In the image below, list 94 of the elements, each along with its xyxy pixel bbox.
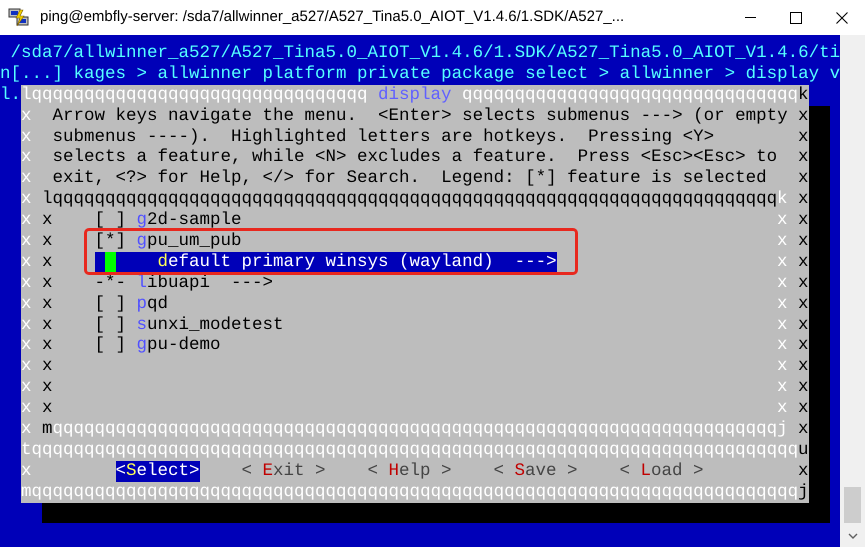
border-glyphs: x (21, 419, 32, 440)
border-glyphs: x (777, 210, 788, 232)
border-glyphs: t (21, 440, 32, 461)
border-glyphs: x (798, 126, 809, 148)
border-glyphs: x (42, 231, 53, 252)
border-glyphs: x (42, 314, 53, 336)
border-glyphs: x (777, 377, 788, 398)
border-glyphs: x (777, 252, 788, 273)
border-glyphs: x (42, 335, 53, 356)
border-glyphs: x (777, 356, 788, 378)
border-glyphs: x (798, 272, 809, 294)
border-glyphs: x (21, 377, 32, 398)
border-glyphs: x (21, 294, 32, 315)
dialog-button[interactable]: < Help > (368, 460, 452, 482)
help-text: selects a feature, while <N> excludes a feature. Press <Esc><Esc> to (52, 147, 778, 168)
menu-item[interactable]: [ ] g2d-sample (94, 210, 242, 232)
menu-item[interactable]: [*] gpu_um_pub (94, 231, 242, 252)
border-glyphs: x (798, 231, 809, 252)
border-glyphs: x (777, 314, 788, 336)
border-glyphs: x (42, 252, 53, 273)
border-glyphs: lqqqqqqqqqqqqqqqqqqqqqqqqqqqqqqqq (21, 84, 368, 106)
border-glyphs: x (21, 398, 32, 420)
border-glyphs: x (777, 231, 788, 252)
border-glyphs: qqqqqqqqqqqqqqqqqqqqqqqqqqqqqqqqqqqqqqqqqqqqqqqqqqqqqqqqqqqqqqqqqqqqqj (52, 419, 788, 440)
path-text: /sda7/allwinner_a527/A527_Tina5.0_AIOT_V1.4.6/1.SDK/A527_Tina5.0_AIOT_V1.4.6/ti (10, 43, 840, 64)
border-glyphs: u (798, 440, 809, 461)
border-glyphs: x (798, 294, 809, 315)
border-glyphs: x (798, 210, 809, 232)
border-glyphs: x (798, 189, 809, 210)
border-glyphs: qqqqqqqqqqqqqqqqqqqqqqqqqqqqqqqqqqqqqqqqqqqqqqqqqqqqqqqqqqqqqqqqqqqqqqqqq (32, 482, 798, 503)
border-glyphs: x (21, 460, 32, 482)
menu-item[interactable]: default primary winsys (wayland) ---> (94, 252, 557, 273)
chevron-down-icon (848, 533, 858, 539)
text-cursor (105, 252, 116, 273)
dialog-button[interactable]: < Save > (494, 460, 578, 482)
border-glyphs: x (42, 356, 53, 378)
border-glyphs: x (42, 398, 53, 420)
scrollbar-thumb[interactable] (844, 487, 861, 523)
border-glyphs: x (798, 106, 809, 127)
dialog-title: display (378, 84, 452, 106)
border-glyphs: x (21, 189, 32, 210)
border-glyphs: x (21, 335, 32, 356)
border-glyphs: x (21, 210, 32, 232)
path-text: n[...] kages > allwinner platform private package select > allwinner > display v (0, 64, 840, 85)
border-glyphs: x (798, 377, 809, 398)
help-text: Arrow keys navigate the menu. <Enter> selects submenus ---> (or empty (52, 106, 788, 127)
border-glyphs: x (21, 314, 32, 336)
menu-item[interactable]: [ ] gpu-demo (94, 335, 221, 356)
border-glyphs: x (777, 294, 788, 315)
border-glyphs: x (42, 272, 53, 294)
scrollbar[interactable] (840, 35, 865, 547)
border-glyphs: x (798, 252, 809, 273)
border-glyphs: m (21, 482, 32, 503)
border-glyphs: x (798, 460, 809, 482)
border-glyphs: x (21, 356, 32, 378)
border-glyphs: j (798, 482, 809, 503)
border-glyphs: x (21, 147, 32, 168)
border-glyphs: x (798, 398, 809, 420)
border-glyphs: x (21, 272, 32, 294)
help-text: exit, <?> for Help, </> for Search. Legend: [*] feature is selected (52, 168, 767, 190)
dialog-button[interactable]: < Exit > (242, 460, 326, 482)
border-glyphs: x (798, 335, 809, 356)
border-glyphs: x (21, 252, 32, 273)
border-glyphs: x (21, 231, 32, 252)
border-glyphs: x (777, 272, 788, 294)
border-glyphs: m (42, 419, 53, 440)
menu-item[interactable]: [ ] pqd (94, 294, 168, 315)
dialog-button[interactable]: <Select> (116, 460, 200, 482)
window-title: ping@embfly-server: /sda7/allwinner_a527/A527_Tina5.0_AIOT_V1.4.6/1.SDK/A527_... (40, 7, 626, 28)
menu-item[interactable]: [ ] sunxi_modetest (94, 314, 284, 336)
border-glyphs: qqqqqqqqqqqqqqqqqqqqqqqqqqqqqqqqqqqqqqqqqqqqqqqqqqqqqqqqqqqqqqqqqqqqqqqqq (32, 440, 798, 461)
maximize-icon (790, 12, 802, 24)
border-glyphs: x (42, 210, 53, 232)
border-glyphs: x (42, 377, 53, 398)
border-glyphs: x (798, 356, 809, 378)
border-glyphs: qqqqqqqqqqqqqqqqqqqqqqqqqqqqqqqq (462, 84, 798, 106)
close-icon (836, 12, 848, 24)
border-glyphs: x (21, 126, 32, 148)
border-glyphs: lqqqqqqqqqqqqqqqqqqqqqqqqqqqqqqqqqqqqqqqqqqqqqqqqqqqqqqqqqqqqqqqqqqqqq (42, 189, 778, 210)
help-text: submenus ----). Highlighted letters are hotkeys. Pressing <Y> (52, 126, 714, 148)
border-glyphs: k (798, 84, 809, 106)
border-glyphs: x (42, 294, 53, 315)
border-glyphs: x (798, 419, 809, 440)
path-text: l. (0, 84, 22, 106)
border-glyphs: x (798, 168, 809, 190)
border-glyphs: x (777, 335, 788, 356)
border-glyphs: x (21, 106, 32, 127)
dialog-button[interactable]: < Load > (620, 460, 704, 482)
border-glyphs: x (21, 168, 32, 190)
computers-icon (8, 8, 30, 28)
border-glyphs: x (777, 398, 788, 420)
border-glyphs: x (798, 147, 809, 168)
border-glyphs: k (777, 189, 788, 210)
border-glyphs: x (798, 314, 809, 336)
